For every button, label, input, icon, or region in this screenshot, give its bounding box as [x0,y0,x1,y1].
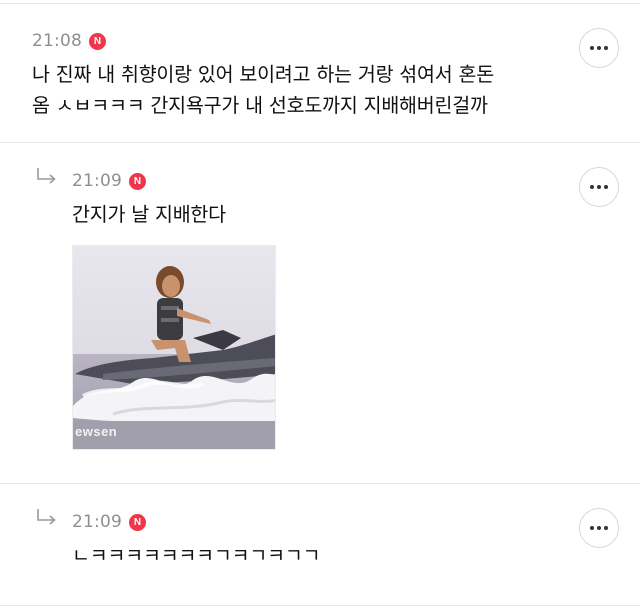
comment-text: 간지가 날 지배한다 [72,203,226,226]
comment-time: 21:09 [72,171,122,191]
reply-arrow-icon [37,168,56,184]
more-dot-icon [604,185,608,189]
jet-ski-photo[interactable]: ewsen [72,245,276,450]
more-dot-icon [597,526,601,530]
photo-illustration [73,246,275,449]
comment-3-reply: 21:09 N ㄴㅋㅋㅋㅋㅋㅋㅋㄱㅋㄱㅋㄱㄱ [0,484,640,612]
comment-text-line-1: 나 진짜 내 취향이랑 있어 보이려고 하는 거랑 섞여서 혼돈 [32,63,495,86]
reply-arrow-icon [37,509,56,525]
more-dot-icon [604,526,608,530]
bottom-divider [0,605,640,606]
more-dot-icon [590,526,594,530]
new-badge: N [89,32,106,50]
more-dot-icon [590,46,594,50]
comment-time: 21:09 [72,512,122,532]
more-options-button[interactable] [579,508,619,548]
comment-meta: 21:09 N [72,512,146,532]
comment-text-line-2: 옴 ㅅㅂㅋㅋㅋ 간지욕구가 내 선호도까지 지배해버린걸까 [32,94,488,117]
more-dot-icon [597,185,601,189]
comment-time: 21:08 [32,31,82,51]
new-badge: N [129,513,146,531]
comment-meta: 21:09 N [72,171,146,191]
photo-watermark: ewsen [75,424,118,439]
comment-meta: 21:08 N [32,31,106,51]
more-options-button[interactable] [579,167,619,207]
more-dot-icon [604,46,608,50]
more-dot-icon [590,185,594,189]
more-options-button[interactable] [579,28,619,68]
more-dot-icon [597,46,601,50]
new-badge: N [129,172,146,190]
comment-1: 21:08 N 나 진짜 내 취향이랑 있어 보이려고 하는 거랑 섞여서 혼돈… [0,0,640,142]
comment-text: ㄴㅋㅋㅋㅋㅋㅋㅋㄱㅋㄱㅋㄱㄱ [72,544,321,567]
